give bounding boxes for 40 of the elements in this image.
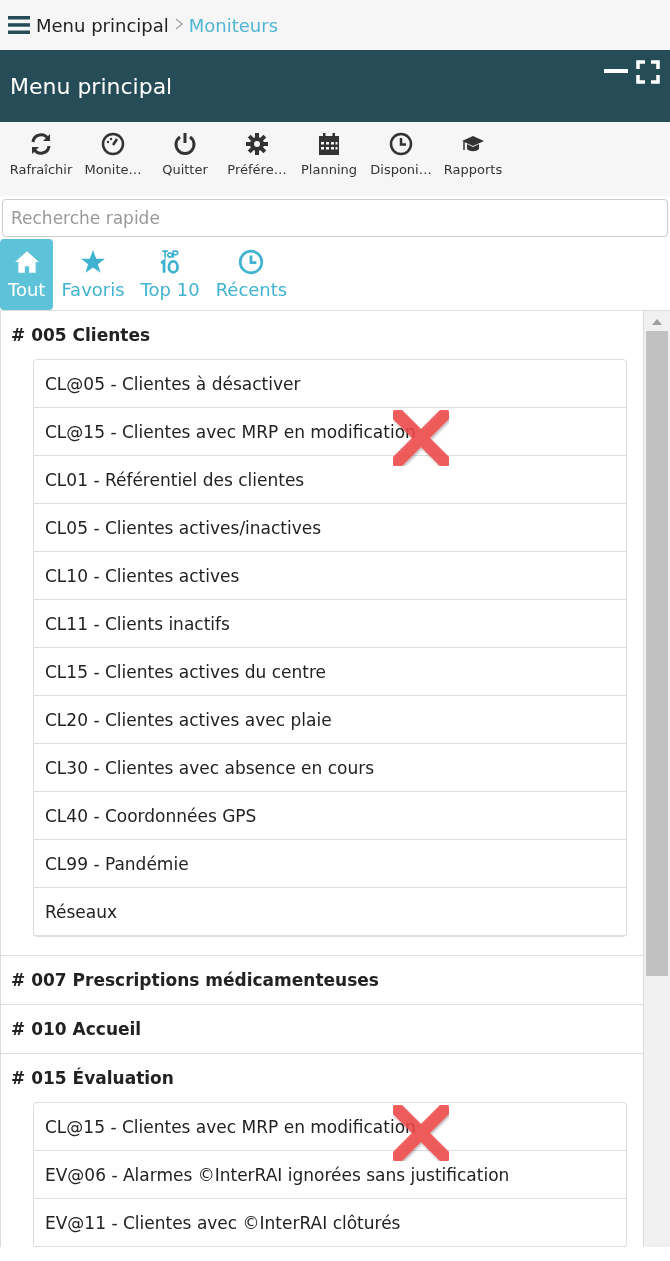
- toolbar-button[interactable]: Rapports: [438, 132, 508, 177]
- menu-item[interactable]: CL@05 - Clientes à désactiver: [34, 360, 626, 408]
- menu-item[interactable]: CL05 - Clientes actives/inactives: [34, 504, 626, 552]
- search-field[interactable]: Recherche rapide: [2, 199, 668, 237]
- menu-item[interactable]: CL30 - Clientes avec absence en cours: [34, 744, 626, 792]
- toolbar-button[interactable]: Planning: [294, 132, 364, 177]
- panel-title: Menu principal: [10, 73, 173, 99]
- home-icon: [13, 249, 40, 275]
- toolbar-button[interactable]: Préfére…: [222, 132, 292, 177]
- toolbar-button[interactable]: Disponi…: [366, 132, 436, 177]
- settings-icon: [245, 132, 269, 156]
- star-icon: [80, 249, 106, 275]
- section-header[interactable]: # 007 Prescriptions médicamenteuses: [1, 956, 643, 1004]
- menu-icon[interactable]: [8, 15, 30, 35]
- refresh-icon: [29, 132, 53, 156]
- menu-item[interactable]: EV@11 - Clientes avec ©InterRAI clôturés: [34, 1199, 626, 1247]
- clock-icon: [389, 132, 413, 156]
- menu-item[interactable]: CL20 - Clientes actives avec plaie: [34, 696, 626, 744]
- menu-item[interactable]: CL15 - Clientes actives du centre: [34, 648, 626, 696]
- section-header[interactable]: # 005 Clientes: [1, 311, 643, 359]
- scrollbar[interactable]: [644, 311, 670, 1247]
- fullscreen-icon[interactable]: [636, 60, 660, 84]
- menu-item[interactable]: Réseaux: [34, 888, 626, 936]
- menu-item[interactable]: EV@06 - Alarmes ©InterRAI ignorées sans justification: [34, 1151, 626, 1199]
- menu-item[interactable]: CL11 - Clients inactifs: [34, 600, 626, 648]
- section-header[interactable]: # 010 Accueil: [1, 1005, 643, 1053]
- menu-item[interactable]: CL99 - Pandémie: [34, 840, 626, 888]
- power-icon: [173, 132, 197, 156]
- clock-icon: [238, 249, 265, 275]
- chevron-icon: [174, 18, 183, 30]
- toolbar-button[interactable]: Rafraîchir: [6, 132, 76, 177]
- menu-item[interactable]: CL40 - Coordonnées GPS: [34, 792, 626, 840]
- section-header[interactable]: # 015 Évaluation: [1, 1054, 643, 1102]
- breadcrumb-link[interactable]: Menu principal: [36, 14, 169, 36]
- menu-item[interactable]: CL01 - Référentiel des clientes: [34, 456, 626, 504]
- gauge-icon: [101, 132, 125, 156]
- calendar-icon: [317, 132, 341, 156]
- menu-item[interactable]: CL10 - Clientes actives: [34, 552, 626, 600]
- toolbar-button[interactable]: Monite…: [78, 132, 148, 177]
- toolbar-button[interactable]: Quitter: [150, 132, 220, 177]
